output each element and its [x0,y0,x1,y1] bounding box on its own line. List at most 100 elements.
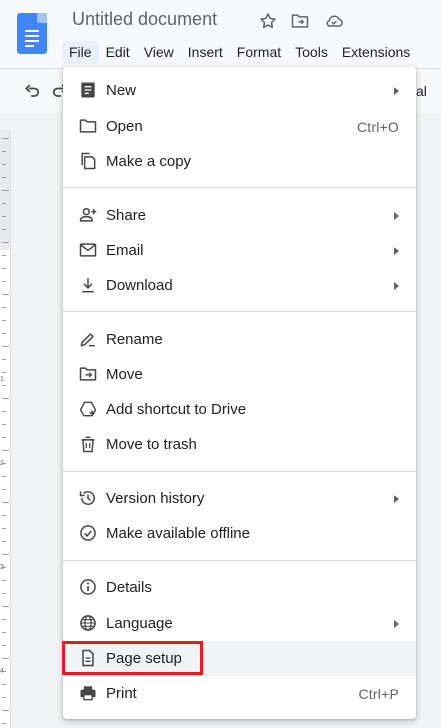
drive-shortcut-icon [79,401,97,417]
submenu-arrow-icon [394,282,399,290]
menu-item-version-history[interactable]: Version history [63,481,416,516]
ruler-tick [2,255,6,256]
ruler-tick [2,632,6,633]
menu-item-details[interactable]: Details [63,570,416,605]
ruler-tick [2,268,6,269]
menu-item-make-a-copy[interactable]: Make a copy [63,144,416,179]
ruler-tick [2,489,6,490]
mail-icon [79,243,97,257]
ruler-tick [2,580,6,581]
menu-item-download[interactable]: Download [63,268,416,303]
ruler-tick [2,476,6,477]
menu-item-rename[interactable]: Rename [63,322,416,357]
ruler-tick [2,437,6,438]
ruler-tick [2,541,6,542]
submenu-arrow-icon [394,247,399,255]
move-folder-icon [79,367,97,381]
ruler-tick [2,320,6,321]
ruler-tick [2,502,9,503]
menu-item-move[interactable]: Move [63,357,416,392]
globe-icon [80,615,96,631]
star-icon[interactable] [258,11,278,31]
menu-item-label: Version history [106,490,205,507]
ruler-tick [2,593,6,594]
ruler-tick [2,294,9,295]
shortcut-label: Ctrl+P [358,686,399,702]
ruler-tick [2,346,9,347]
docs-logo-icon[interactable] [17,13,47,54]
document-title[interactable]: Untitled document [72,9,217,30]
menu-insert[interactable]: Insert [181,41,230,64]
file-menu: New Open Ctrl+O Make a copy Share Email [63,67,416,719]
move-folder-icon[interactable] [290,11,310,31]
submenu-arrow-icon [394,212,399,220]
cloud-saved-icon[interactable] [324,11,344,31]
new-doc-icon [81,82,95,98]
menu-view[interactable]: View [137,41,181,64]
menu-extensions[interactable]: Extensions [335,41,417,64]
menu-item-add-shortcut-to-drive[interactable]: Add shortcut to Drive [63,392,416,427]
ruler-tick [2,190,9,191]
menu-format[interactable]: Format [230,41,288,64]
ruler-tick [2,216,6,217]
menu-item-email[interactable]: Email [63,233,416,268]
undo-icon[interactable] [22,81,42,101]
ruler-number: 3 [0,564,4,571]
person-add-icon [79,208,97,222]
ruler-tick [2,177,6,178]
menu-item-label: Details [106,579,152,596]
menu-divider [63,471,416,472]
info-icon [80,579,96,595]
style-select-partial[interactable]: al [416,83,427,99]
ruler-tick [2,203,6,204]
menu-item-make-available-offline[interactable]: Make available offline [63,516,416,551]
ruler-tick [2,684,6,685]
offline-check-icon [80,525,96,541]
menu-item-open[interactable]: Open Ctrl+O [63,109,416,144]
ruler-number: 1 [0,376,4,383]
menu-divider [63,311,416,312]
ruler-tick [2,710,9,711]
ruler-tick [2,645,6,646]
menu-edit[interactable]: Edit [99,41,137,64]
menu-item-label: Download [106,277,173,294]
ruler-tick [2,723,6,724]
menu-item-new[interactable]: New [63,73,416,108]
ruler-tick [2,619,6,620]
printer-icon [80,686,96,701]
ruler-tick [2,528,6,529]
menu-item-move-to-trash[interactable]: Move to trash [63,427,416,462]
ruler-tick [2,515,6,516]
ruler-number: 2 [0,460,4,467]
ruler-tick [2,411,6,412]
menu-item-label: Open [106,118,143,135]
ruler-tick [2,333,6,334]
menu-divider [63,560,416,561]
ruler-tick [2,281,6,282]
menu-file[interactable]: File [62,40,99,64]
submenu-arrow-icon [394,87,399,95]
ruler-tick [2,424,6,425]
folder-icon [79,119,97,133]
ruler-tick [2,385,6,386]
menu-item-label: New [106,82,137,99]
shortcut-label: Ctrl+O [356,119,399,135]
page-setup-highlight-box [62,641,203,675]
ruler-tick [2,606,9,607]
menu-divider [63,187,416,188]
pencil-icon [80,333,95,347]
vertical-ruler[interactable]: 1 2 3 4 [0,130,11,728]
menu-item-label: Rename [106,331,163,348]
ruler-tick [2,658,9,659]
menu-item-share[interactable]: Share [63,198,416,233]
ruler-tick [2,697,6,698]
menu-item-label: Language [106,615,173,632]
copy-icon [81,152,96,170]
menu-tools[interactable]: Tools [288,41,335,64]
menu-item-print[interactable]: Print Ctrl+P [63,676,416,711]
trash-icon [81,436,95,453]
ruler-tick [2,307,6,308]
menu-item-label: Email [106,242,144,259]
menu-item-language[interactable]: Language [63,606,416,641]
history-icon [79,491,95,505]
